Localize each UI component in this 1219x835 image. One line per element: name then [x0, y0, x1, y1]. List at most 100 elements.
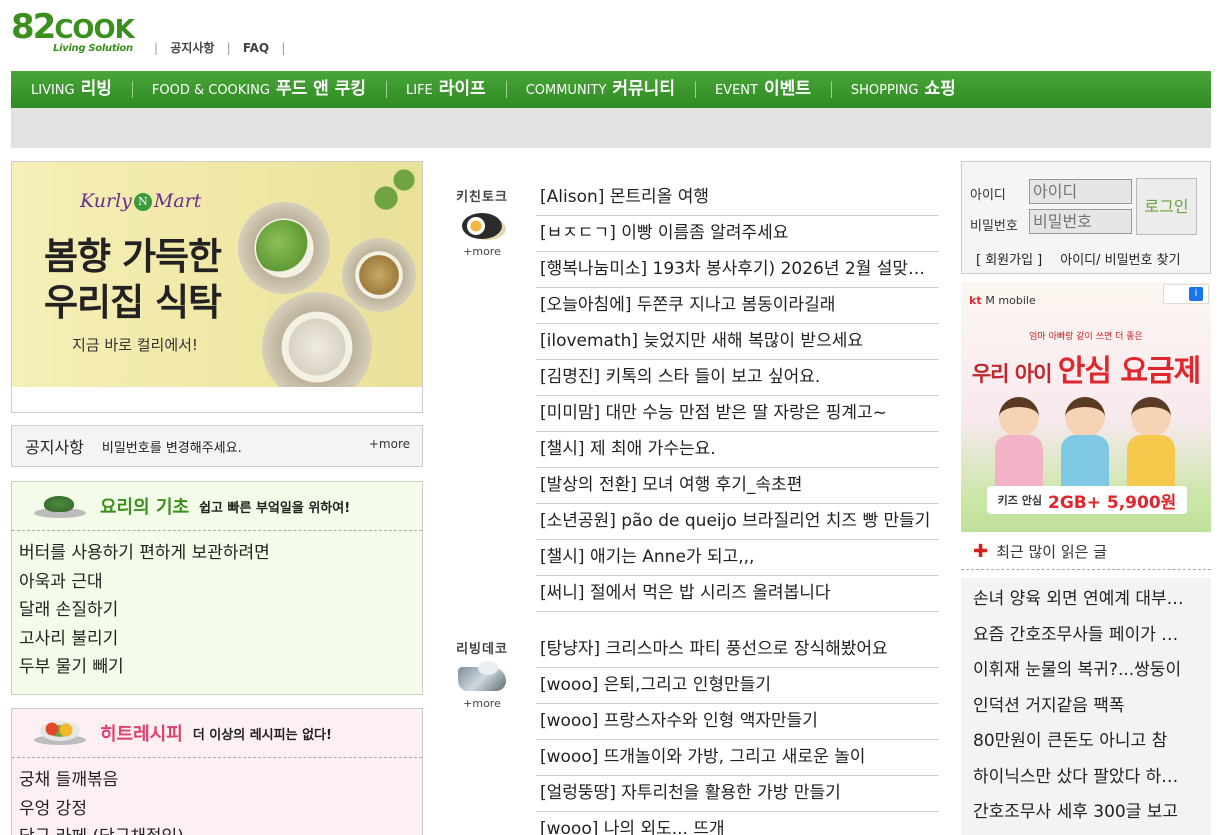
signup-link[interactable]: [ 회원가입 ]	[976, 253, 1042, 268]
popular-list: 손녀 양육 외면 연예계 대부 부부 요즘 간호조무사들 페이가 얼마인가요 이…	[961, 578, 1211, 835]
kitchen-talk-label: 키친토크	[456, 190, 508, 205]
site-logo[interactable]: 82COOK Living Solution	[11, 10, 139, 56]
hit-recipes-list: 궁채 들깨볶음 우엉 강정 당근 라페 (당근채절임)	[12, 758, 422, 835]
kurly-banner[interactable]: Kurly N Mart 봄향 가득한 우리집 식탁 지금 바로 컬리에서!	[11, 161, 423, 413]
logo-cook: COOK	[54, 15, 134, 45]
popular-item[interactable]: 80만원이 큰돈도 아니고 참	[973, 724, 1185, 760]
plus-icon: ✚	[973, 541, 989, 562]
list-item[interactable]: 우엉 강정	[19, 795, 422, 824]
bowl-icon	[456, 661, 508, 695]
nav-shopping[interactable]: SHOPPING 쇼핑	[830, 71, 976, 108]
ad-plan-name: 키즈 안심	[997, 494, 1042, 507]
kitchen-talk-category[interactable]: 키친토크 +more	[446, 186, 518, 258]
list-item[interactable]: 두부 물기 빼기	[19, 653, 422, 682]
nav-living[interactable]: LIVING 리빙	[11, 71, 132, 108]
kitchen-talk-more-link[interactable]: +more	[446, 245, 518, 258]
sub-menu-bar	[11, 108, 1211, 148]
bowl-sprouts-image	[238, 202, 330, 294]
hit-recipes-section: 히트레시피 더 이상의 레시피는 없다! 궁채 들깨볶음 우엉 강정 당근 라페…	[11, 708, 423, 835]
notice-link[interactable]: 공지사항	[170, 41, 214, 55]
list-item[interactable]: 당근 라페 (당근채절임)	[19, 823, 422, 835]
cooking-basics-title: 요리의 기초	[100, 497, 190, 518]
ad-price: 2GB+ 5,900원	[1047, 492, 1177, 513]
banner-headline: 봄향 가득한 우리집 식탁	[44, 235, 222, 324]
nav-community[interactable]: COMMUNITY 커뮤니티	[505, 71, 695, 108]
logo-tagline: Living Solution	[53, 43, 133, 54]
cooking-basics-list: 버터를 사용하기 편하게 보관하려면 아욱과 근대 달래 손질하기 고사리 불리…	[12, 531, 422, 682]
id-input[interactable]	[1029, 179, 1132, 204]
cooking-basics-section: 요리의 기초 쉽고 빠른 부엌일을 위하여! 버터를 사용하기 편하게 보관하려…	[11, 481, 423, 695]
popular-title: 최근 많이 읽은 글	[996, 543, 1107, 561]
hit-recipes-header[interactable]: 히트레시피 더 이상의 레시피는 없다!	[12, 709, 422, 758]
nav-event[interactable]: EVENT 이벤트	[694, 71, 831, 108]
post-link[interactable]: [소년공원] pão de queijo 브라질리언 치즈 빵 만들기	[536, 504, 938, 540]
nav-life[interactable]: LIFE 라이프	[386, 71, 506, 108]
bowl-nuts-image	[342, 238, 416, 312]
faq-link[interactable]: FAQ	[243, 41, 269, 55]
popular-item[interactable]: 인덕션 거지같음 팩폭	[973, 689, 1185, 725]
post-link[interactable]: [탕냥자] 크리스마스 파티 풍선으로 장식해봤어요	[536, 632, 938, 668]
popular-item[interactable]: 하이닉스만 샀다 팔았다 하면서	[973, 760, 1185, 796]
kt-mobile-ad[interactable]: kt M mobile i 엄마 아빠랑 같이 쓰면 더 좋은 우리 아이 안심…	[961, 282, 1211, 532]
list-item[interactable]: 고사리 불리기	[19, 625, 422, 654]
top-links: | 공지사항 | FAQ |	[154, 41, 286, 55]
post-link[interactable]: [행복나눔미소] 193차 봉사후기) 2026년 2월 설맞이 떡국 나눔	[536, 252, 938, 288]
post-link[interactable]: [발상의 전환] 모녀 여행 후기_속초편	[536, 468, 938, 504]
post-link[interactable]: [wooo] 프랑스자수와 인형 액자만들기	[536, 704, 938, 740]
popular-item[interactable]: 이휘재 눈물의 복귀?...쌍둥이	[973, 653, 1185, 689]
banner-brand: Kurly N Mart	[80, 190, 202, 212]
popular-header: ✚ 최근 많이 읽은 글	[961, 534, 1211, 570]
login-button[interactable]: 로그인	[1136, 178, 1197, 235]
post-link[interactable]: [오늘아침에] 두쫀쿠 지나고 봄동이라길래	[536, 288, 938, 324]
banner-cta: 지금 바로 컬리에서!	[72, 336, 198, 354]
living-deco-category[interactable]: 리빙데코 +more	[446, 638, 518, 710]
list-item[interactable]: 달래 손질하기	[19, 596, 422, 625]
ad-choices-badge[interactable]: i	[1163, 284, 1209, 304]
post-link[interactable]: [써니] 절에서 먹은 밥 시리즈 올려봅니다	[536, 576, 938, 612]
info-icon: i	[1189, 287, 1203, 301]
post-link[interactable]: [wooo] 뜨개놀이와 가방, 그리고 새로운 놀이	[536, 740, 938, 776]
post-link[interactable]: [김명진] 키톡의 스타 들이 보고 싶어요.	[536, 360, 938, 396]
post-link[interactable]: [wooo] 은퇴,그리고 인형만들기	[536, 668, 938, 704]
post-link[interactable]: [Alison] 몬트리올 여행	[536, 180, 938, 216]
dish-icon	[30, 490, 90, 522]
post-link[interactable]: [챌시] 애기는 Anne가 되고,,,	[536, 540, 938, 576]
bowl-mushroom-image	[262, 292, 372, 387]
ad-headline: 우리 아이 안심 요금제	[971, 354, 1201, 389]
main-nav: LIVING 리빙 FOOD & COOKING 푸드 앤 쿠킹 LIFE 라이프 C…	[11, 71, 1211, 108]
list-item[interactable]: 아욱과 근대	[19, 568, 422, 597]
kitchen-talk-posts: [Alison] 몬트리올 여행 [ㅂㅈㄷㄱ] 이빵 이름좀 알려주세요 [행복…	[536, 180, 938, 612]
post-link[interactable]: [얼렁뚱땅] 자투리천을 활용한 가방 만들기	[536, 776, 938, 812]
herb-sprig-image	[368, 162, 422, 222]
cooking-basics-subtitle: 쉽고 빠른 부엌일을 위하여!	[199, 500, 351, 516]
cooking-basics-header[interactable]: 요리의 기초 쉽고 빠른 부엌일을 위하여!	[12, 482, 422, 531]
hit-recipes-subtitle: 더 이상의 레시피는 없다!	[192, 727, 332, 743]
post-link[interactable]: [wooo] 나의 외도... 뜨개	[536, 812, 938, 835]
list-item[interactable]: 버터를 사용하기 편하게 보관하려면	[19, 539, 422, 568]
login-box: 아이디 비밀번호 로그인 [ 회원가입 ] 아이디/ 비밀번호 찾기	[961, 161, 1211, 274]
post-link[interactable]: [챌시] 제 최애 가수는요.	[536, 432, 938, 468]
post-link[interactable]: [ㅂㅈㄷㄱ] 이빵 이름좀 알려주세요	[536, 216, 938, 252]
living-deco-more-link[interactable]: +more	[446, 697, 518, 710]
notice-title: 공지사항	[25, 438, 84, 457]
notice-message[interactable]: 비밀번호를 변경해주세요.	[102, 437, 242, 456]
popular-item[interactable]: 손녀 양육 외면 연예계 대부 부부	[973, 582, 1185, 618]
living-deco-label: 리빙데코	[456, 642, 508, 657]
popular-item[interactable]: 요즘 간호조무사들 페이가 얼마인가요	[973, 618, 1185, 654]
id-label: 아이디	[970, 188, 1006, 203]
list-item[interactable]: 궁채 들깨볶음	[19, 766, 422, 795]
ad-price-box: 키즈 안심 2GB+ 5,900원	[987, 486, 1187, 514]
living-deco-posts: [탕냥자] 크리스마스 파티 풍선으로 장식해봤어요 [wooo] 은퇴,그리고…	[536, 632, 938, 835]
popular-item[interactable]: 간호조무사 세후 300글 보고	[973, 795, 1185, 831]
hit-recipes-title: 히트레시피	[100, 724, 183, 745]
nav-food-cooking[interactable]: FOOD & COOKING 푸드 앤 쿠킹	[131, 71, 386, 108]
password-input[interactable]	[1029, 209, 1132, 234]
notice-more-link[interactable]: +more	[369, 437, 410, 451]
post-link[interactable]: [미미맘] 대만 수능 만점 받은 딸 자랑은 핑계고~	[536, 396, 938, 432]
post-link[interactable]: [ilovemath] 늦었지만 새해 복많이 받으세요	[536, 324, 938, 360]
sushi-icon	[456, 209, 508, 243]
find-account-link[interactable]: 아이디/ 비밀번호 찾기	[1060, 253, 1180, 268]
login-links: [ 회원가입 ] 아이디/ 비밀번호 찾기	[976, 249, 1181, 268]
password-label: 비밀번호	[970, 219, 1018, 234]
banner-image[interactable]: Kurly N Mart 봄향 가득한 우리집 식탁 지금 바로 컬리에서!	[12, 162, 422, 387]
